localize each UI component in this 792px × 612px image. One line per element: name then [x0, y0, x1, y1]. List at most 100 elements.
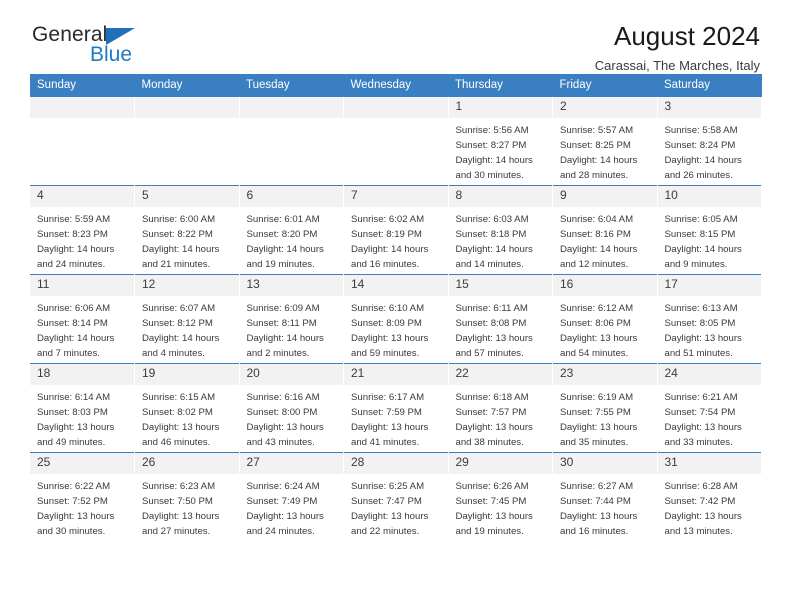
day-cell[interactable]: 1 Sunrise: 5:56 AM Sunset: 8:27 PM Daylight…: [448, 97, 553, 186]
day-number: 6: [239, 186, 343, 207]
day-cell[interactable]: [343, 97, 449, 186]
day-cell[interactable]: 23 Sunrise: 6:19 AM Sunset: 7:55 PM Dayligh…: [552, 363, 658, 453]
daylight-text: Daylight: 14 hours and 30 minutes.: [455, 155, 533, 182]
sunrise-text: Sunrise: 6:16 AM: [246, 391, 320, 403]
day-cell[interactable]: 20 Sunrise: 6:16 AM Sunset: 8:00 PM Dayligh…: [239, 363, 344, 453]
sunrise-text: Sunrise: 6:11 AM: [455, 302, 528, 314]
page-title: August 2024: [613, 21, 760, 51]
day-number: 17: [657, 275, 761, 296]
sunrise-text: Sunrise: 6:14 AM: [37, 391, 111, 403]
day-cell[interactable]: 14 Sunrise: 6:10 AM Sunset: 8:09 PM Dayligh…: [343, 274, 449, 364]
day-number: [239, 97, 343, 118]
sunrise-text: Sunrise: 6:24 AM: [246, 480, 320, 492]
day-number: 12: [135, 275, 239, 296]
day-cell[interactable]: 25 Sunrise: 6:22 AM Sunset: 7:52 PM Dayligh…: [30, 452, 135, 541]
day-cell[interactable]: 16 Sunrise: 6:12 AM Sunset: 8:06 PM Dayligh…: [552, 274, 658, 364]
week-row: 11 Sunrise: 6:06 AM Sunset: 8:14 PM Dayligh…: [30, 274, 762, 364]
sunrise-text: Sunrise: 6:12 AM: [560, 302, 634, 314]
day-cell[interactable]: 19 Sunrise: 6:15 AM Sunset: 8:02 PM Dayligh…: [134, 363, 240, 453]
day-info: Sunrise: 6:24 AM Sunset: 7:49 PM Daylight:…: [240, 474, 344, 540]
day-cell[interactable]: 5 Sunrise: 6:00 AM Sunset: 8:22 PM Daylight…: [134, 185, 240, 275]
day-cell[interactable]: 22 Sunrise: 6:18 AM Sunset: 7:57 PM Dayligh…: [448, 363, 553, 453]
day-cell[interactable]: 2 Sunrise: 5:57 AM Sunset: 8:25 PM Daylight…: [552, 97, 658, 186]
sunset-text: Sunset: 8:03 PM: [37, 406, 108, 418]
day-cell[interactable]: [239, 97, 344, 186]
day-info: Sunrise: 6:02 AM Sunset: 8:19 PM Daylight:…: [344, 207, 448, 273]
day-info: Sunrise: 6:11 AM Sunset: 8:08 PM Daylight:…: [449, 296, 553, 362]
sunset-text: Sunset: 7:59 PM: [351, 406, 422, 418]
day-number: 31: [657, 453, 761, 474]
weekday-header: Sunday Monday Tuesday Wednesday Thursday…: [30, 74, 762, 97]
day-cell[interactable]: 31 Sunrise: 6:28 AM Sunset: 7:42 PM Dayligh…: [657, 452, 762, 541]
day-cell[interactable]: 8 Sunrise: 6:03 AM Sunset: 8:18 PM Daylight…: [448, 185, 553, 275]
day-cell[interactable]: 11 Sunrise: 6:06 AM Sunset: 8:14 PM Dayligh…: [30, 274, 135, 364]
daylight-text: Daylight: 13 hours and 49 minutes.: [37, 422, 115, 449]
day-cell[interactable]: 13 Sunrise: 6:09 AM Sunset: 8:11 PM Dayligh…: [239, 274, 344, 364]
calendar-header-row: Sunday Monday Tuesday Wednesday Thursday…: [30, 74, 762, 97]
day-info: Sunrise: 6:05 AM Sunset: 8:15 PM Daylight:…: [658, 207, 762, 273]
day-info: Sunrise: 6:12 AM Sunset: 8:06 PM Daylight:…: [553, 296, 657, 362]
daylight-text: Daylight: 14 hours and 9 minutes.: [664, 244, 742, 271]
brand-logo[interactable]: General Blue: [30, 22, 160, 72]
day-cell[interactable]: 4 Sunrise: 5:59 AM Sunset: 8:23 PM Daylight…: [30, 185, 135, 275]
sunset-text: Sunset: 8:05 PM: [664, 317, 736, 329]
day-cell[interactable]: 28 Sunrise: 6:25 AM Sunset: 7:47 PM Dayligh…: [343, 452, 449, 541]
day-cell[interactable]: 12 Sunrise: 6:07 AM Sunset: 8:12 PM Dayligh…: [134, 274, 240, 364]
day-info: Sunrise: 6:18 AM Sunset: 7:57 PM Daylight:…: [449, 385, 553, 451]
title-block: August 2024 Carassai, The Marches, Italy: [594, 21, 762, 74]
day-info: Sunrise: 6:06 AM Sunset: 8:14 PM Daylight:…: [30, 296, 134, 362]
sunrise-text: Sunrise: 6:06 AM: [37, 302, 111, 314]
day-cell[interactable]: [134, 97, 240, 186]
day-cell[interactable]: 21 Sunrise: 6:17 AM Sunset: 7:59 PM Dayligh…: [343, 363, 449, 453]
day-number: 2: [553, 97, 657, 118]
day-number: 4: [30, 186, 134, 207]
day-cell[interactable]: 29 Sunrise: 6:26 AM Sunset: 7:45 PM Dayligh…: [448, 452, 553, 541]
day-info: Sunrise: 6:16 AM Sunset: 8:00 PM Daylight:…: [240, 385, 344, 451]
sunset-text: Sunset: 7:54 PM: [664, 406, 736, 418]
day-cell[interactable]: 27 Sunrise: 6:24 AM Sunset: 7:49 PM Dayligh…: [239, 452, 344, 541]
day-number: 8: [448, 186, 552, 207]
sunrise-text: Sunrise: 6:27 AM: [560, 480, 634, 492]
sunset-text: Sunset: 7:50 PM: [142, 495, 213, 507]
brand-name-bottom: Blue: [90, 43, 133, 66]
day-cell[interactable]: 3 Sunrise: 5:58 AM Sunset: 8:24 PM Daylight…: [657, 97, 762, 186]
week-row: 25 Sunrise: 6:22 AM Sunset: 7:52 PM Dayligh…: [30, 452, 762, 541]
day-info: Sunrise: 6:22 AM Sunset: 7:52 PM Daylight:…: [30, 474, 134, 540]
page-subtitle: Carassai, The Marches, Italy: [594, 58, 760, 74]
day-cell[interactable]: 17 Sunrise: 6:13 AM Sunset: 8:05 PM Dayligh…: [657, 274, 762, 364]
daylight-text: Daylight: 13 hours and 59 minutes.: [351, 333, 429, 360]
page-header: General Blue August 2024 Carassai, The M…: [30, 0, 762, 74]
day-number: 22: [448, 364, 552, 385]
day-cell[interactable]: 15 Sunrise: 6:11 AM Sunset: 8:08 PM Dayligh…: [448, 274, 553, 364]
daylight-text: Daylight: 14 hours and 4 minutes.: [142, 333, 220, 360]
day-cell[interactable]: 26 Sunrise: 6:23 AM Sunset: 7:50 PM Dayligh…: [134, 452, 240, 541]
day-cell[interactable]: 30 Sunrise: 6:27 AM Sunset: 7:44 PM Dayligh…: [552, 452, 658, 541]
day-number: 26: [135, 453, 239, 474]
sunrise-text: Sunrise: 6:22 AM: [37, 480, 111, 492]
sunset-text: Sunset: 7:55 PM: [560, 406, 631, 418]
sunrise-text: Sunrise: 5:56 AM: [455, 124, 529, 136]
sunset-text: Sunset: 7:47 PM: [351, 495, 422, 507]
sunset-text: Sunset: 7:44 PM: [560, 495, 631, 507]
day-cell[interactable]: 9 Sunrise: 6:04 AM Sunset: 8:16 PM Daylight…: [552, 185, 658, 275]
day-info: Sunrise: 6:28 AM Sunset: 7:42 PM Daylight:…: [658, 474, 762, 540]
day-info: Sunrise: 6:03 AM Sunset: 8:18 PM Daylight:…: [449, 207, 553, 273]
day-cell[interactable]: 10 Sunrise: 6:05 AM Sunset: 8:15 PM Dayligh…: [657, 185, 762, 275]
sunrise-text: Sunrise: 5:57 AM: [560, 124, 634, 136]
sunset-text: Sunset: 8:06 PM: [560, 317, 631, 329]
sunset-text: Sunset: 8:08 PM: [455, 317, 527, 329]
day-info: Sunrise: 6:27 AM Sunset: 7:44 PM Daylight:…: [553, 474, 657, 540]
day-cell[interactable]: 24 Sunrise: 6:21 AM Sunset: 7:54 PM Dayligh…: [657, 363, 762, 453]
day-cell[interactable]: 7 Sunrise: 6:02 AM Sunset: 8:19 PM Daylight…: [343, 185, 449, 275]
sunrise-text: Sunrise: 6:15 AM: [142, 391, 216, 403]
day-cell[interactable]: 6 Sunrise: 6:01 AM Sunset: 8:20 PM Daylight…: [239, 185, 344, 275]
day-info: Sunrise: 6:26 AM Sunset: 7:45 PM Daylight:…: [449, 474, 553, 540]
daylight-text: Daylight: 14 hours and 19 minutes.: [246, 244, 324, 271]
daylight-text: Daylight: 14 hours and 16 minutes.: [351, 244, 429, 271]
calendar-page: General Blue August 2024 Carassai, The M…: [0, 0, 792, 612]
day-number: [344, 97, 448, 118]
day-cell[interactable]: [30, 97, 135, 186]
day-cell[interactable]: 18 Sunrise: 6:14 AM Sunset: 8:03 PM Dayligh…: [30, 363, 135, 453]
daylight-text: Daylight: 13 hours and 33 minutes.: [664, 422, 742, 449]
day-number: 20: [239, 364, 343, 385]
